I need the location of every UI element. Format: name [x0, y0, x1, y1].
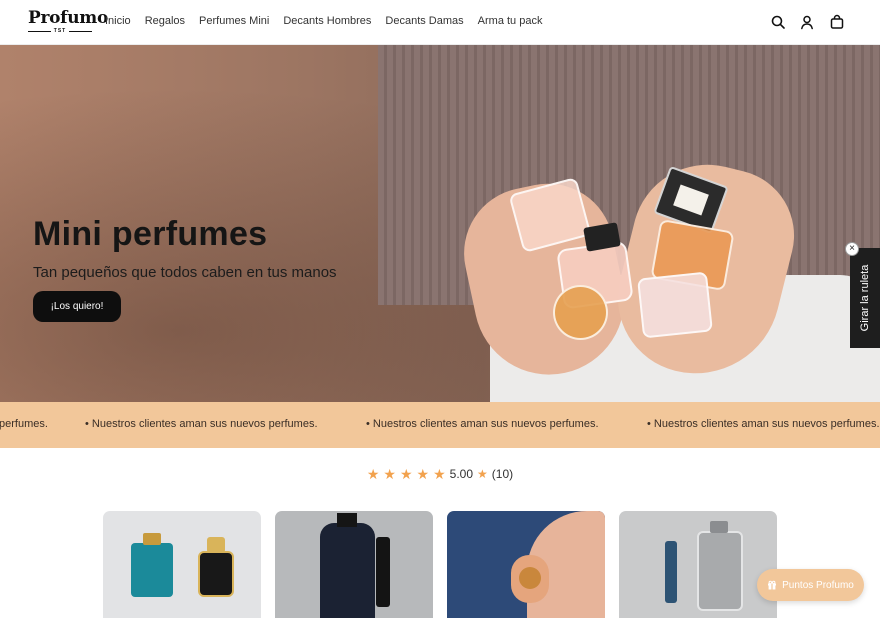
nav-item-regalos[interactable]: Regalos	[145, 15, 185, 27]
hero-subtitle: Tan pequeños que todos caben en tus mano…	[33, 264, 337, 281]
product-image-bottle	[519, 567, 541, 589]
search-icon[interactable]	[770, 14, 786, 30]
logo[interactable]: Profumo TST	[28, 8, 108, 37]
star-icon: ★	[416, 466, 430, 482]
perfume-bottle-image	[637, 271, 713, 339]
product-card[interactable]	[275, 511, 433, 618]
marquee-item: • Nuestros clientes aman sus nuevos perf…	[85, 418, 318, 430]
product-image-cap	[710, 521, 728, 533]
logo-sub-text: TST	[53, 28, 67, 34]
nav-item-decants-hombres[interactable]: Decants Hombres	[283, 15, 371, 27]
hero-banner: Mini perfumes Tan pequeños que todos cab…	[0, 45, 880, 402]
marquee-item: • Nuestros clientes aman sus nuevos perf…	[366, 418, 599, 430]
reviews-summary[interactable]: ★ ★ ★ ★ ★ 5.00 ★ (10)	[0, 467, 880, 481]
star-icon: ★	[383, 466, 396, 482]
points-button-label: Puntos Profumo	[782, 579, 854, 591]
rating-count: (10)	[491, 467, 514, 481]
logo-wordmark: Profumo	[28, 8, 108, 28]
rating-score: 5.00	[449, 467, 474, 481]
product-image-atomizer	[376, 537, 390, 607]
site-header: Profumo TST Inicio Regalos Perfumes Mini…	[0, 0, 880, 45]
logo-rule-left	[28, 30, 51, 32]
product-image-atomizer	[665, 541, 677, 603]
product-image-bottle	[697, 531, 743, 611]
logo-rule-right	[69, 30, 93, 32]
perfume-bottle-image	[553, 285, 608, 340]
product-image-bottle	[320, 523, 375, 618]
star-icon: ★	[399, 466, 413, 482]
hero-title: Mini perfumes	[33, 215, 268, 253]
product-card[interactable]	[619, 511, 777, 618]
product-card[interactable]	[103, 511, 261, 618]
cart-icon[interactable]	[829, 14, 845, 30]
product-image-cap	[207, 537, 225, 553]
marquee-item: • Nuestros clientes aman sus nuevos perf…	[647, 418, 880, 430]
gift-icon	[767, 580, 777, 590]
points-rewards-button[interactable]: Puntos Profumo	[757, 569, 864, 601]
main-nav: Inicio Regalos Perfumes Mini Decants Hom…	[105, 15, 556, 27]
star-icon: ★	[477, 467, 488, 481]
nav-item-decants-damas[interactable]: Decants Damas	[385, 15, 463, 27]
product-image-cap	[337, 513, 357, 527]
nav-item-inicio[interactable]: Inicio	[105, 15, 131, 27]
product-card[interactable]	[447, 511, 605, 618]
nav-item-perfumes-mini[interactable]: Perfumes Mini	[199, 15, 269, 27]
star-icon: ★	[366, 466, 380, 482]
bottle-label	[673, 184, 709, 216]
announcement-marquee: perfumes. • Nuestros clientes aman sus n…	[0, 402, 880, 448]
hero-cta-button[interactable]: ¡Los quiero!	[33, 291, 121, 322]
close-icon[interactable]: ×	[845, 242, 859, 256]
spin-wheel-tab[interactable]: Girar la ruleta	[850, 248, 880, 348]
product-image-cap	[143, 533, 161, 545]
star-icon: ★	[433, 466, 446, 482]
marquee-item: perfumes.	[0, 418, 48, 430]
product-image-bottle	[131, 543, 173, 597]
user-icon[interactable]	[799, 14, 815, 30]
spin-wheel-label: Girar la ruleta	[859, 264, 871, 332]
product-image-bottle	[198, 551, 234, 597]
nav-item-arma-tu-pack[interactable]: Arma tu pack	[478, 15, 543, 27]
logo-subline: TST	[28, 28, 93, 34]
